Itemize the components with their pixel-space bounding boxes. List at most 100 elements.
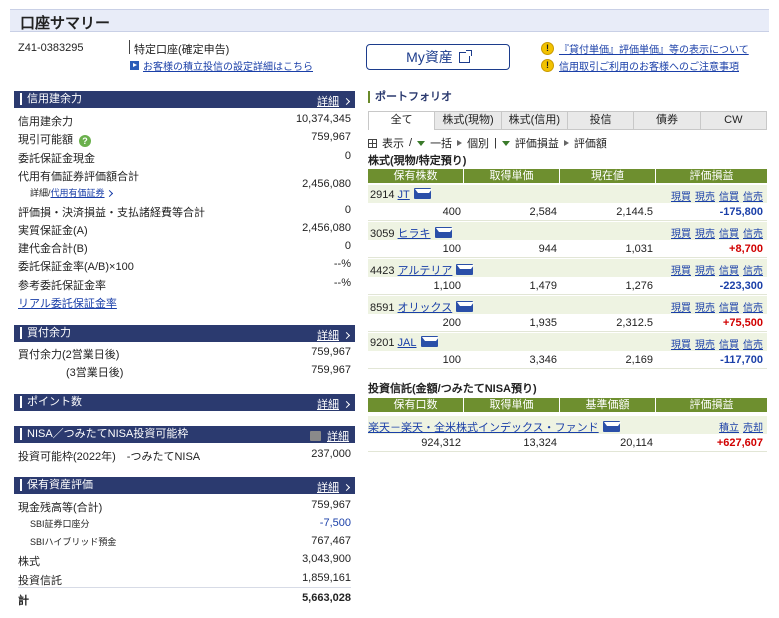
margin-row: 建代金合計(B) 0 <box>18 240 351 255</box>
margin-detail-link[interactable]: 詳細 <box>317 93 351 109</box>
settings-link[interactable]: お客様の積立投信の設定詳細はこちら <box>130 58 313 73</box>
points-header: ポイント数 詳細 <box>14 394 355 411</box>
stock-margin-sell-link[interactable]: 信売 <box>743 262 763 277</box>
stock-margin-sell-link[interactable]: 信売 <box>743 299 763 314</box>
stock-cost: 3,346 <box>529 354 557 366</box>
stocks-section-title: 株式(現物/特定預り) <box>368 155 467 167</box>
stock-values-row: 100 3,346 2,169 -117,700 <box>368 351 767 369</box>
chevron-right-icon <box>342 97 351 105</box>
eval-amount-toggle[interactable]: 評価額 <box>574 135 607 151</box>
holdings-row: 投資信託 1,859,161 <box>18 572 351 587</box>
dropdown-icon <box>417 140 426 146</box>
stock-name-link[interactable]: アルテリア <box>398 265 453 277</box>
points-detail-link[interactable]: 詳細 <box>317 396 351 412</box>
play-icon <box>457 140 463 146</box>
individual-toggle[interactable]: 個別 <box>467 135 489 151</box>
tab-cw[interactable]: CW <box>700 111 767 130</box>
stock-margin-buy-link[interactable]: 信買 <box>719 336 739 351</box>
stock-qty: 100 <box>442 243 461 255</box>
stock-pl: +75,500 <box>722 317 763 329</box>
substitute-securities-link[interactable]: 代用有価証券 <box>51 188 105 198</box>
notice-margin[interactable]: ! 信用取引ご利用のお客様へのご注意事項 <box>541 58 739 73</box>
stock-cost: 1,935 <box>529 317 557 329</box>
stock-margin-buy-link[interactable]: 信買 <box>719 188 739 203</box>
stock-cash-buy-link[interactable]: 現買 <box>671 188 691 203</box>
my-asset-button[interactable]: My資産 <box>366 44 510 70</box>
mail-icon[interactable] <box>413 188 432 199</box>
stock-cash-sell-link[interactable]: 現売 <box>695 225 715 240</box>
stock-price: 1,276 <box>625 280 653 292</box>
account-number: Z41-0383295 <box>18 42 84 54</box>
stock-cash-buy-link[interactable]: 現買 <box>671 336 691 351</box>
expand-all-toggle[interactable]: 一括 <box>430 135 452 151</box>
mail-icon[interactable] <box>456 264 475 275</box>
portfolio-tabs: 全て 株式(現物) 株式(信用) 投信 債券 CW <box>368 111 767 130</box>
tab-stock-margin[interactable]: 株式(信用) <box>501 111 568 130</box>
margin-row: 委託保証金率(A/B)×100 --% <box>18 258 351 273</box>
tab-stock-cash[interactable]: 株式(現物) <box>435 111 502 130</box>
stock-pl: -117,700 <box>720 354 763 366</box>
stock-margin-sell-link[interactable]: 信売 <box>743 188 763 203</box>
stock-name-link[interactable]: ヒラキ <box>398 228 431 240</box>
tab-all[interactable]: 全て <box>368 111 436 130</box>
margin-row: 評価損・決済損益・支払諸経費等合計 0 <box>18 204 351 219</box>
buying-power-header: 買付余力 詳細 <box>14 325 355 342</box>
stock-margin-buy-link[interactable]: 信買 <box>719 262 739 277</box>
substitute-securities-detail: 詳細/代用有価証券 <box>18 186 351 199</box>
stock-cash-sell-link[interactable]: 現売 <box>695 299 715 314</box>
stock-name-link[interactable]: JT <box>398 189 410 201</box>
tab-bonds[interactable]: 債券 <box>634 111 701 130</box>
grid-icon <box>368 138 377 148</box>
warning-icon: ! <box>541 42 554 55</box>
notice-display[interactable]: ! 『貸付単価』評価単価』等の表示について <box>541 41 749 56</box>
fund-sell-link[interactable]: 売却 <box>743 419 763 434</box>
buying-row: (3営業日後) 759,967 <box>66 364 351 379</box>
mail-icon[interactable] <box>420 336 439 347</box>
stock-cash-sell-link[interactable]: 現売 <box>695 262 715 277</box>
stock-margin-sell-link[interactable]: 信売 <box>743 336 763 351</box>
mail-icon[interactable] <box>456 301 475 312</box>
stock-qty: 200 <box>442 317 461 329</box>
stock-margin-buy-link[interactable]: 信買 <box>719 299 739 314</box>
tab-funds[interactable]: 投信 <box>567 111 635 130</box>
stock-name-row: 3059 ヒラキ 現買 現売 信買 信売 <box>368 222 767 240</box>
stock-cash-buy-link[interactable]: 現買 <box>671 225 691 240</box>
margin-row: 現引可能額? 759,967 <box>18 131 351 147</box>
stock-name-row: 9201 JAL 現買 現売 信買 信売 <box>368 333 767 351</box>
chevron-right-icon <box>105 189 113 198</box>
stock-price: 2,169 <box>625 354 653 366</box>
buying-detail-link[interactable]: 詳細 <box>317 327 351 343</box>
holdings-detail-link[interactable]: 詳細 <box>317 479 351 495</box>
page-title-bar: 口座サマリー <box>10 9 769 32</box>
stock-cash-sell-link[interactable]: 現売 <box>695 336 715 351</box>
stock-code: 9201 <box>370 337 395 349</box>
stock-cash-buy-link[interactable]: 現買 <box>671 299 691 314</box>
realtime-margin-link[interactable]: リアル委託保証金率 <box>18 295 351 311</box>
divider <box>129 40 130 54</box>
nisa-detail-link[interactable]: 詳細 <box>310 428 349 444</box>
margin-row: 参考委託保証金率 --% <box>18 277 351 292</box>
mail-icon[interactable] <box>602 421 621 432</box>
stock-cash-buy-link[interactable]: 現買 <box>671 262 691 277</box>
margin-row: 委託保証金現金 0 <box>18 150 351 165</box>
eval-pl-toggle[interactable]: 評価損益 <box>515 135 559 151</box>
stock-cash-sell-link[interactable]: 現売 <box>695 188 715 203</box>
margin-row: 代用有価証券評価額合計 <box>18 171 139 183</box>
mail-icon[interactable] <box>434 227 453 238</box>
stock-name-link[interactable]: JAL <box>398 337 417 349</box>
stock-price: 1,031 <box>625 243 653 255</box>
fund-name-link[interactable]: 楽天－楽天・全米株式インデックス・ファンド <box>368 422 599 434</box>
play-icon <box>563 140 569 146</box>
stock-code: 8591 <box>370 302 395 314</box>
stock-price: 2,312.5 <box>616 317 653 329</box>
holdings-row: SBI証券口座分 -7,500 <box>30 517 351 529</box>
holdings-header: 保有資産評価 詳細 <box>14 477 355 494</box>
stock-margin-buy-link[interactable]: 信買 <box>719 225 739 240</box>
holdings-row: SBIハイブリッド預金 767,467 <box>30 535 351 547</box>
stock-margin-sell-link[interactable]: 信売 <box>743 225 763 240</box>
external-link-icon <box>458 49 472 63</box>
stock-values-row: 100 944 1,031 +8,700 <box>368 240 767 258</box>
help-icon[interactable]: ? <box>79 135 91 147</box>
fund-accumulate-link[interactable]: 積立 <box>719 419 739 434</box>
stock-name-link[interactable]: オリックス <box>398 302 453 314</box>
